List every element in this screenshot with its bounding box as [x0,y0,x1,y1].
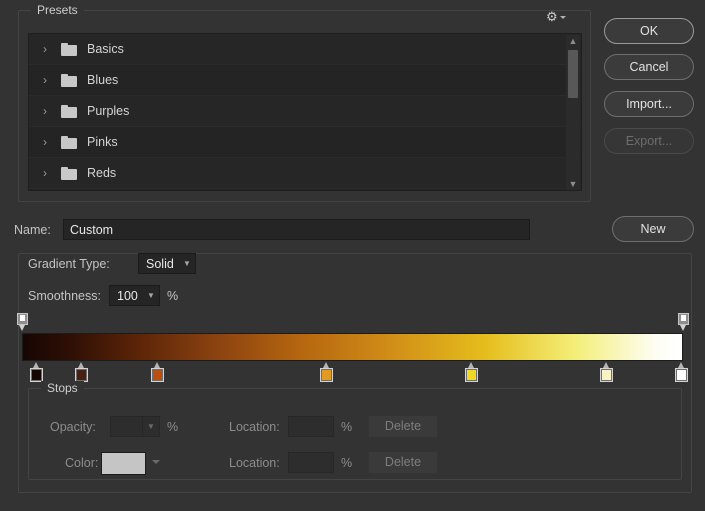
smoothness-percent: % [167,289,178,303]
chevron-down-icon: ▼ [179,259,195,268]
color-stop-1[interactable] [30,362,43,382]
gradient-preview-bar[interactable] [22,333,683,361]
gear-glyph: ⚙ [546,9,558,24]
smoothness-value: 100 [110,289,143,303]
export-button: Export... [604,128,694,154]
scrollbar-thumb[interactable] [568,50,578,98]
preset-label: Reds [87,166,116,180]
preset-label: Pinks [87,135,118,149]
chevron-right-icon[interactable]: › [43,43,55,55]
opacity-location-input [288,416,334,437]
color-location-input [288,452,334,473]
color-stop-5[interactable] [465,362,478,382]
chevron-right-icon[interactable]: › [43,105,55,117]
folder-icon [61,167,77,180]
color-stop-4[interactable] [320,362,333,382]
color-location-label: Location: [229,456,280,470]
scroll-down-icon[interactable]: ▼ [566,178,580,191]
color-location-percent: % [341,456,352,470]
name-label: Name: [14,223,51,237]
color-label: Color: [65,456,98,470]
folder-icon [61,105,77,118]
chevron-right-icon[interactable]: › [43,167,55,179]
preset-label: Basics [87,42,124,56]
presets-scrollbar[interactable]: ▲ ▼ [566,35,580,191]
gradient-type-select[interactable]: Solid ▼ [138,253,196,274]
preset-row[interactable]: › Pinks [29,127,581,158]
opacity-delete-button: Delete [368,415,438,438]
color-stop-6[interactable] [600,362,613,382]
chevron-down-icon: ▼ [142,417,159,436]
color-stop-2[interactable] [75,362,88,382]
gear-icon[interactable]: ⚙ [546,9,568,25]
preset-label: Blues [87,73,118,87]
opacity-location-percent: % [341,420,352,434]
opacity-label: Opacity: [50,420,96,434]
new-button[interactable]: New [612,216,694,242]
gradient-type-label: Gradient Type: [28,257,110,271]
folder-icon [61,136,77,149]
presets-list[interactable]: › Basics › Blues › Purples › Pinks › Reds ▲ ▼ [28,33,582,191]
presets-legend: Presets [31,3,84,17]
preset-row[interactable]: › Blues [29,65,581,96]
chevron-down-icon [560,16,566,19]
smoothness-select[interactable]: 100 ▼ [109,285,160,306]
smoothness-label: Smoothness: [28,289,101,303]
chevron-down-icon: ▼ [143,291,159,300]
import-button[interactable]: Import... [604,91,694,117]
cancel-button[interactable]: Cancel [604,54,694,80]
scroll-up-icon[interactable]: ▲ [566,35,580,48]
name-input[interactable] [63,219,530,240]
color-delete-button: Delete [368,451,438,474]
opacity-percent: % [167,420,178,434]
opacity-stop-left[interactable] [17,313,28,332]
color-stop-3[interactable] [151,362,164,382]
folder-icon [61,74,77,87]
chevron-right-icon[interactable]: › [43,136,55,148]
color-swatch [101,452,146,475]
opacity-stop-right[interactable] [678,313,689,332]
preset-row[interactable]: › Reds [29,158,581,189]
color-stop-7[interactable] [675,362,688,382]
ok-button[interactable]: OK [604,18,694,44]
opacity-location-label: Location: [229,420,280,434]
presets-group: Presets ›Basics›Blues›Purples›Pinks›Reds… [18,10,591,202]
preset-row[interactable]: › Purples [29,96,581,127]
chevron-down-icon [152,460,160,464]
chevron-right-icon[interactable]: › [43,74,55,86]
preset-row[interactable]: › Basics [29,34,581,65]
opacity-input: ▼ [110,416,160,437]
gradient-type-value: Solid [139,257,179,271]
stops-legend: Stops [41,381,84,395]
folder-icon [61,43,77,56]
preset-label: Purples [87,104,129,118]
